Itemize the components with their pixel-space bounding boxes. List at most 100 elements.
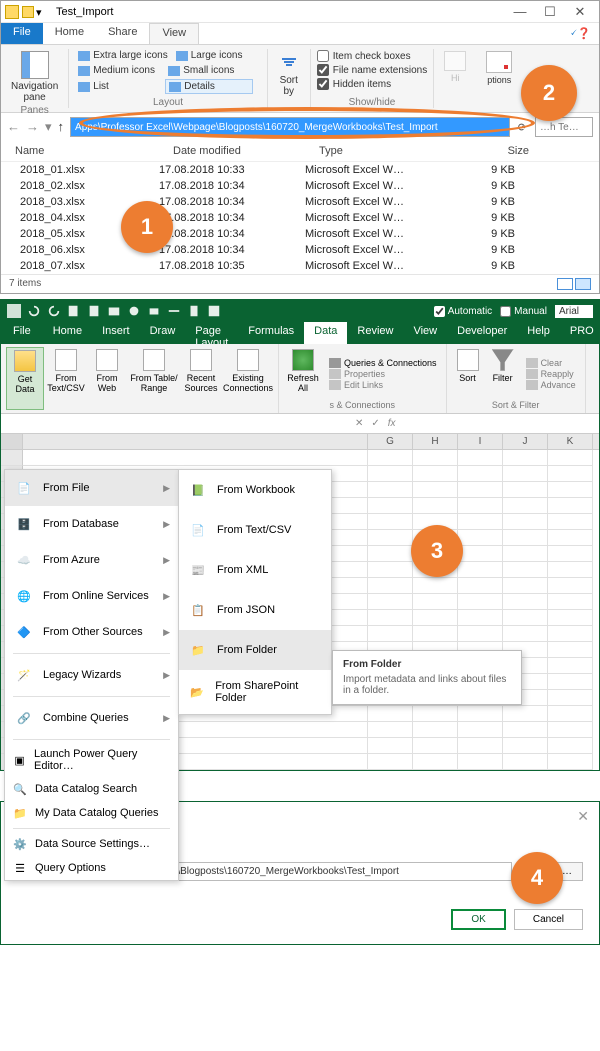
col-header[interactable]: I <box>458 434 503 449</box>
cell[interactable] <box>548 514 593 530</box>
queries-connections-button[interactable]: Queries & Connections <box>329 358 437 368</box>
menu-catalog-search[interactable]: 🔍Data Catalog Search <box>5 777 178 801</box>
file-row[interactable]: 2018_05.xlsx17.08.2018 10:34Microsoft Ex… <box>1 226 599 242</box>
col-type[interactable]: Type <box>319 145 459 157</box>
cell[interactable] <box>413 578 458 594</box>
layout-large-icons[interactable]: Large icons <box>173 49 261 62</box>
tab-developer[interactable]: Developer <box>447 322 517 344</box>
tab-help[interactable]: Help <box>517 322 560 344</box>
submenu-from-json[interactable]: 📋From JSON <box>179 590 331 630</box>
cell[interactable] <box>548 466 593 482</box>
cell[interactable] <box>458 450 503 466</box>
back-button[interactable]: ← <box>7 119 20 135</box>
cell[interactable] <box>368 754 413 770</box>
cell[interactable] <box>458 610 503 626</box>
calc-icon[interactable] <box>187 304 201 318</box>
cell[interactable] <box>548 658 593 674</box>
cell[interactable] <box>368 466 413 482</box>
tab-review[interactable]: Review <box>347 322 403 344</box>
menu-from-database[interactable]: 🗄️From Database▶ <box>5 506 178 542</box>
row-header[interactable] <box>1 450 23 466</box>
view-large-icon[interactable] <box>557 278 573 290</box>
file-row[interactable]: 2018_06.xlsx17.08.2018 10:34Microsoft Ex… <box>1 242 599 258</box>
cell[interactable] <box>368 562 413 578</box>
tab-formulas[interactable]: Formulas <box>238 322 304 344</box>
edit-links-button[interactable]: Edit Links <box>329 380 437 390</box>
redo-icon[interactable] <box>47 304 61 318</box>
cell[interactable] <box>548 626 593 642</box>
up-button[interactable]: ↑ <box>58 119 65 135</box>
filter-button[interactable]: Filter <box>487 347 519 400</box>
file-row[interactable]: 2018_04.xlsx17.08.2018 10:34Microsoft Ex… <box>1 210 599 226</box>
more-icon[interactable] <box>167 304 181 318</box>
cell[interactable] <box>413 626 458 642</box>
cell[interactable] <box>503 610 548 626</box>
tab-home[interactable]: Home <box>43 23 96 44</box>
hide-selected-button[interactable]: Hi <box>440 49 470 85</box>
cell[interactable] <box>458 738 503 754</box>
tab-view-excel[interactable]: View <box>403 322 447 344</box>
menu-from-other-sources[interactable]: 🔷From Other Sources▶ <box>5 614 178 650</box>
cell[interactable] <box>548 754 593 770</box>
cell[interactable] <box>413 450 458 466</box>
sort-by-button[interactable]: Sort by <box>274 49 304 99</box>
cell[interactable] <box>458 578 503 594</box>
sheet-icon[interactable] <box>207 304 221 318</box>
cell[interactable] <box>458 594 503 610</box>
view-details-icon[interactable] <box>575 278 591 290</box>
qat-icon[interactable] <box>22 6 34 18</box>
undo-icon[interactable] <box>27 304 41 318</box>
cell[interactable] <box>368 610 413 626</box>
cell[interactable] <box>413 482 458 498</box>
fx-icon[interactable]: fx <box>385 418 399 429</box>
menu-combine-queries[interactable]: 🔗Combine Queries▶ <box>5 700 178 736</box>
cell[interactable] <box>458 546 503 562</box>
cell[interactable] <box>368 514 413 530</box>
submenu-from-xml[interactable]: 📰From XML <box>179 550 331 590</box>
recent-sources-button[interactable]: Recent Sources <box>182 347 220 410</box>
tab-page-layout[interactable]: Page Layout <box>185 322 238 344</box>
file-row[interactable]: 2018_07.xlsx17.08.2018 10:35Microsoft Ex… <box>1 258 599 274</box>
cell[interactable] <box>368 482 413 498</box>
layout-list[interactable]: List <box>75 79 163 94</box>
menu-my-catalog[interactable]: 📁My Data Catalog Queries <box>5 801 178 825</box>
cell[interactable] <box>413 706 458 722</box>
from-textcsv-button[interactable]: From Text/CSV <box>47 347 85 410</box>
cell[interactable] <box>368 738 413 754</box>
layout-extra-large-icons[interactable]: Extra large icons <box>75 49 170 62</box>
recent-dropdown[interactable]: ▾ <box>45 119 52 135</box>
options-button[interactable]: ptions <box>482 49 516 87</box>
item-check-boxes[interactable]: Item check boxes <box>317 49 428 63</box>
cell[interactable] <box>413 738 458 754</box>
cell[interactable] <box>548 578 593 594</box>
properties-button[interactable]: Properties <box>329 369 437 379</box>
cell[interactable] <box>548 674 593 690</box>
submenu-from-textcsv[interactable]: 📄From Text/CSV <box>179 510 331 550</box>
cell[interactable] <box>503 562 548 578</box>
cell[interactable] <box>413 594 458 610</box>
open-icon[interactable] <box>107 304 121 318</box>
sort-button[interactable]: Sort <box>452 347 484 400</box>
cell[interactable] <box>458 514 503 530</box>
cell[interactable] <box>368 546 413 562</box>
cell[interactable] <box>413 610 458 626</box>
cell[interactable] <box>548 482 593 498</box>
manual-toggle[interactable]: Manual <box>500 306 547 317</box>
cell[interactable] <box>503 626 548 642</box>
menu-data-source-settings[interactable]: ⚙️Data Source Settings… <box>5 832 178 856</box>
menu-query-options[interactable]: ☰Query Options <box>5 856 178 880</box>
dialog-close-button[interactable]: ✕ <box>577 808 589 825</box>
cell[interactable] <box>503 754 548 770</box>
from-table-range-button[interactable]: From Table/ Range <box>129 347 179 410</box>
cell[interactable] <box>368 706 413 722</box>
submenu-from-workbook[interactable]: 📗From Workbook <box>179 470 331 510</box>
menu-from-azure[interactable]: ☁️From Azure▶ <box>5 542 178 578</box>
cell[interactable] <box>368 594 413 610</box>
cell[interactable] <box>458 498 503 514</box>
cell[interactable] <box>503 578 548 594</box>
file-row[interactable]: 2018_03.xlsx17.08.2018 10:34Microsoft Ex… <box>1 194 599 210</box>
cell[interactable] <box>458 530 503 546</box>
col-header[interactable]: J <box>503 434 548 449</box>
print-icon[interactable] <box>147 304 161 318</box>
cell[interactable] <box>548 498 593 514</box>
